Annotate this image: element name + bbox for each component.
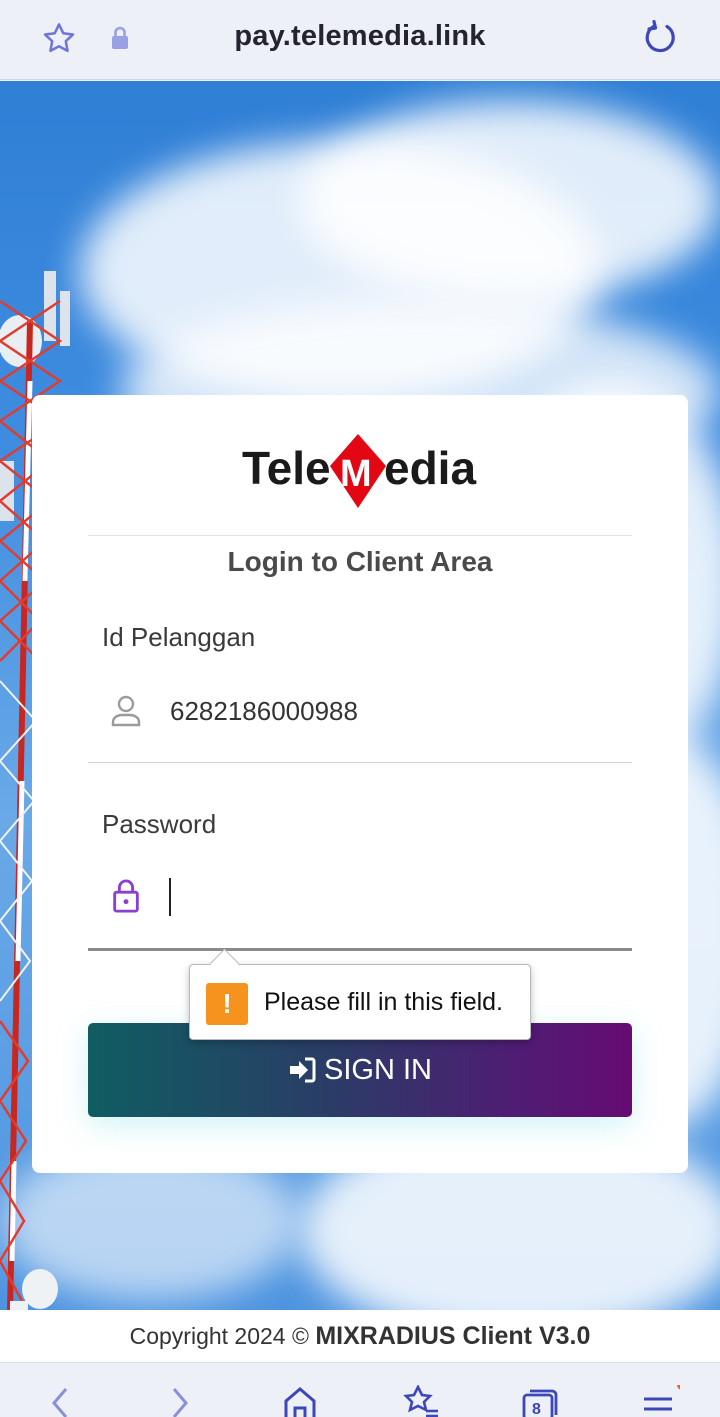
copyright-brand: MIXRADIUS Client V3.0 [315, 1322, 591, 1350]
user-icon [111, 695, 141, 727]
forward-icon[interactable] [160, 1385, 200, 1417]
copyright-footer: Copyright 2024 © MIXRADIUS Client V3.0 [0, 1310, 720, 1363]
sign-in-icon [290, 1057, 316, 1083]
logo-divider [88, 535, 632, 536]
warning-icon: ! [206, 983, 248, 1025]
telemedia-logo: Tele M edia [0, 428, 720, 512]
home-icon[interactable] [280, 1385, 320, 1417]
tabs-count: 8 [532, 1401, 541, 1417]
padlock-icon [113, 879, 139, 913]
tabs-icon[interactable]: 8 [520, 1385, 560, 1417]
copyright-prefix: Copyright 2024 © [129, 1323, 316, 1349]
login-title: Login to Client Area [227, 546, 493, 577]
back-icon[interactable] [40, 1385, 80, 1417]
id-pelanggan-input[interactable]: 6282186000988 [170, 696, 358, 727]
bookmarks-icon[interactable] [400, 1385, 440, 1417]
validation-tooltip: ! Please fill in this field. [189, 964, 531, 1040]
id-pelanggan-label: Id Pelanggan [102, 622, 256, 652]
password-input-underline [88, 948, 632, 951]
browser-top-bar: pay.telemedia.link [0, 0, 720, 80]
browser-bottom-nav: 8 [0, 1363, 720, 1417]
password-label: Password [102, 809, 217, 839]
menu-icon[interactable] [640, 1385, 680, 1417]
text-caret [169, 878, 171, 916]
validation-message: Please fill in this field. [264, 988, 504, 1016]
reload-icon[interactable] [640, 18, 680, 58]
telemedia-logo-image: Tele M edia [242, 434, 476, 508]
sign-in-label: SIGN IN [324, 1053, 432, 1086]
svg-text:M: M [340, 453, 372, 495]
svg-text:edia: edia [384, 442, 476, 494]
url-bar[interactable]: pay.telemedia.link [0, 20, 720, 53]
notification-dot [677, 1385, 680, 1390]
id-input-underline [88, 762, 632, 763]
svg-text:Tele: Tele [242, 442, 331, 494]
